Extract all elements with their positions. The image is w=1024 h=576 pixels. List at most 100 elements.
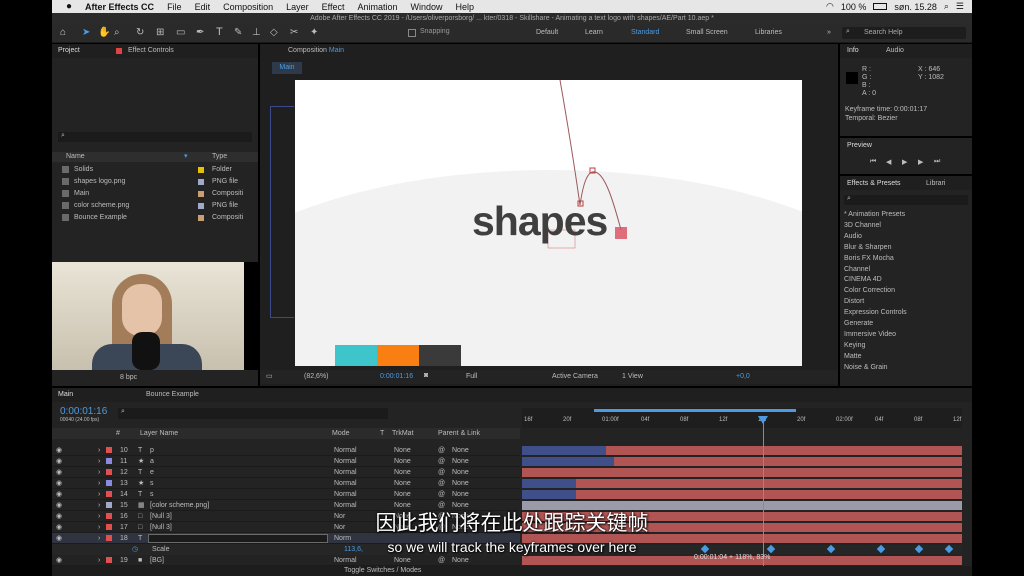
roto-tool-icon[interactable]: ✂ — [290, 27, 298, 38]
layer-mode[interactable]: Normal — [334, 555, 357, 566]
current-time[interactable]: 0:00:01:16 — [380, 373, 413, 380]
pickwhip-icon[interactable]: @ — [438, 456, 445, 467]
work-area-bar[interactable] — [594, 409, 796, 412]
col-trkmat[interactable]: TrkMat — [392, 430, 414, 437]
layer-parent[interactable]: None — [452, 555, 469, 566]
layer-bar[interactable] — [522, 490, 576, 499]
effects-item[interactable]: Immersive Video — [844, 329, 896, 340]
effects-item[interactable]: Audio — [844, 231, 862, 242]
pan-behind-icon[interactable]: ⊞ — [156, 27, 164, 38]
pickwhip-icon[interactable]: @ — [438, 489, 445, 500]
visibility-icon[interactable]: ◉ — [56, 445, 62, 456]
apple-icon[interactable]: ● — [66, 1, 72, 12]
tab-info[interactable]: Info — [847, 44, 859, 58]
rotate-tool-icon[interactable]: ↻ — [136, 27, 144, 38]
layer-parent[interactable]: None — [452, 467, 469, 478]
play-icon[interactable]: ▶ — [902, 158, 907, 166]
home-icon[interactable]: ⌂ — [60, 27, 66, 38]
effects-item[interactable]: 3D Channel — [844, 220, 881, 231]
selection-tool-icon[interactable]: ➤ — [82, 27, 90, 38]
layer-label-color[interactable] — [106, 469, 112, 475]
exposure-value[interactable]: +0,0 — [736, 373, 750, 380]
effects-item[interactable]: Distort — [844, 296, 864, 307]
path-anchor[interactable] — [615, 227, 627, 239]
col-layer-name[interactable]: Layer Name — [140, 430, 178, 437]
pickwhip-icon[interactable]: @ — [438, 555, 445, 566]
timeline-search-input[interactable]: ⌕ — [118, 408, 388, 419]
col-mode[interactable]: Mode — [332, 430, 350, 437]
layer-mode[interactable]: Normal — [334, 445, 357, 456]
layer-label-color[interactable] — [106, 458, 112, 464]
workspace-learn[interactable]: Learn — [585, 29, 603, 36]
layer-row[interactable]: ◉ › 19 ■ [BG] Normal None @ None — [52, 555, 520, 566]
layer-trkmat[interactable]: None — [394, 467, 411, 478]
layer-bar[interactable] — [522, 468, 962, 477]
tab-project[interactable]: Project — [58, 44, 80, 58]
brush-tool-icon[interactable]: ✎ — [234, 27, 242, 38]
layer-row[interactable]: ◉ › 12 Te Normal None @ None — [52, 467, 520, 478]
effects-item[interactable]: Noise & Grain — [844, 362, 888, 373]
layer-label-color[interactable] — [106, 447, 112, 453]
layer-trkmat[interactable]: None — [394, 489, 411, 500]
layer-bar[interactable] — [576, 479, 962, 488]
visibility-icon[interactable]: ◉ — [56, 555, 62, 566]
timeline-current-time[interactable]: 0:00:01:16 — [60, 406, 107, 417]
rectangle-tool-icon[interactable]: ▭ — [176, 27, 185, 38]
menu-effect[interactable]: Effect — [322, 2, 345, 12]
layer-bar[interactable] — [614, 457, 962, 466]
menu-help[interactable]: Help — [456, 2, 475, 12]
bpc-label[interactable]: 8 bpc — [120, 374, 137, 381]
effects-item[interactable]: Matte — [844, 351, 862, 362]
layer-bar[interactable] — [522, 446, 606, 455]
col-num[interactable]: # — [116, 430, 120, 437]
pickwhip-icon[interactable]: @ — [438, 478, 445, 489]
type-tool-icon[interactable]: T — [216, 26, 223, 38]
toggle-switches[interactable]: Toggle Switches / Modes — [344, 567, 421, 574]
last-frame-icon[interactable]: ⏭ — [934, 158, 940, 166]
comp-canvas[interactable]: shapes — [295, 80, 802, 366]
layer-mode[interactable]: Normal — [334, 467, 357, 478]
layer-label-color[interactable] — [106, 480, 112, 486]
layer-parent[interactable]: None — [452, 478, 469, 489]
layer-name[interactable]: p — [150, 445, 154, 456]
layer-label-color[interactable] — [106, 491, 112, 497]
zoom-value[interactable]: (82,6%) — [304, 373, 329, 380]
workspace-default[interactable]: Default — [536, 29, 558, 36]
effects-item[interactable]: Blur & Sharpen — [844, 242, 891, 253]
layer-trkmat[interactable]: None — [394, 445, 411, 456]
col-parent[interactable]: Parent & Link — [438, 430, 480, 437]
menu-animation[interactable]: Animation — [358, 2, 398, 12]
project-item[interactable]: Bounce Example Compositi — [52, 212, 258, 224]
effects-item[interactable]: Boris FX Mocha — [844, 253, 894, 264]
snapping-checkbox[interactable] — [408, 29, 416, 37]
visibility-icon[interactable]: ◉ — [56, 456, 62, 467]
effects-item[interactable]: Expression Controls — [844, 307, 907, 318]
menu-list-icon[interactable]: ☰ — [956, 1, 964, 12]
layer-name[interactable]: a — [150, 456, 154, 467]
tab-effect-controls[interactable]: Effect Controls — [128, 44, 174, 58]
shapes-logo-text[interactable]: shapes — [472, 198, 608, 245]
project-item[interactable]: shapes logo.png PNG file — [52, 176, 258, 188]
layer-name[interactable]: s — [150, 478, 154, 489]
layer-mode[interactable]: Normal — [334, 456, 357, 467]
menu-file[interactable]: File — [167, 2, 182, 12]
menu-edit[interactable]: Edit — [195, 2, 211, 12]
visibility-icon[interactable]: ◉ — [56, 478, 62, 489]
workspace-libraries[interactable]: Libraries — [755, 29, 782, 36]
eraser-tool-icon[interactable]: ◇ — [270, 27, 278, 38]
expand-icon[interactable]: › — [98, 445, 100, 456]
project-item[interactable]: Main Compositi — [52, 188, 258, 200]
battery-label[interactable]: 100 % — [841, 2, 867, 12]
resolution-select[interactable]: Full — [466, 373, 477, 380]
layer-parent[interactable]: None — [452, 445, 469, 456]
zoom-tool-icon[interactable]: ⌕ — [114, 27, 120, 38]
layer-parent[interactable]: None — [452, 489, 469, 500]
clock[interactable]: søn. 15.28 — [894, 2, 937, 12]
layer-trkmat[interactable]: None — [394, 456, 411, 467]
expand-icon[interactable]: › — [98, 467, 100, 478]
effects-item[interactable]: CINEMA 4D — [844, 274, 882, 285]
hand-tool-icon[interactable]: ✋ — [98, 27, 110, 38]
workspace-menu-icon[interactable]: » — [827, 29, 831, 36]
menu-window[interactable]: Window — [411, 2, 443, 12]
layer-row[interactable]: ◉ › 11 ★ a Normal None @ None — [52, 456, 520, 467]
